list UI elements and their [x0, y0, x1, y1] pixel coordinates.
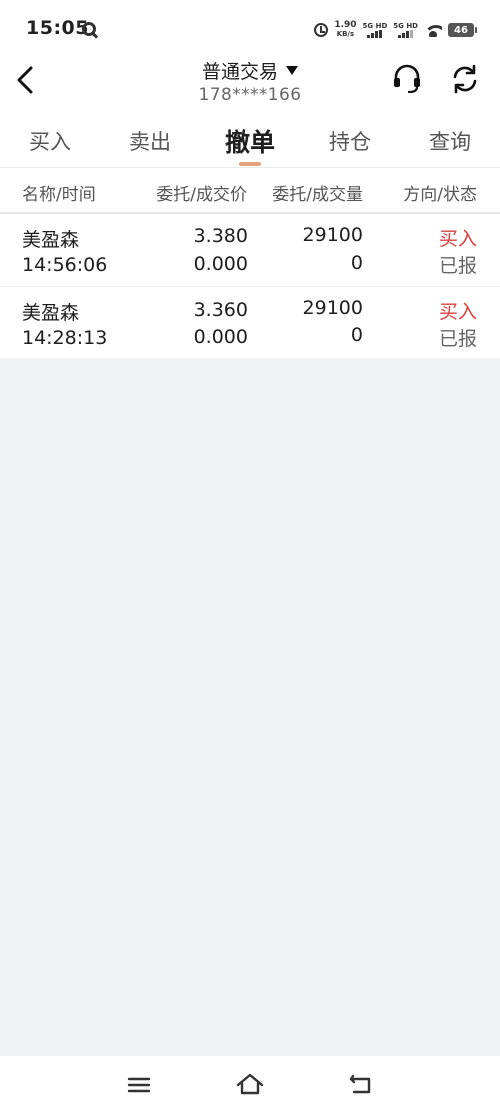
signal-sim1-icon: 5G HD: [362, 22, 388, 38]
tab-query[interactable]: 查询: [400, 112, 500, 168]
tab-cancel-order[interactable]: 撤单: [200, 112, 300, 168]
col-direction-status: 方向/状态: [403, 185, 477, 205]
refresh-button[interactable]: [448, 62, 482, 96]
sim1-label: 5G HD: [362, 22, 388, 30]
status-indicators: 1.90 KB/s 5G HD 5G HD 46: [314, 20, 477, 40]
back-nav-icon: [349, 1074, 371, 1094]
wifi-icon: [424, 23, 442, 37]
tab-positions[interactable]: 持仓: [300, 112, 400, 168]
col-qty: 委托/成交量: [272, 185, 363, 205]
tab-query-label: 查询: [429, 130, 471, 154]
deal-qty: 0: [350, 252, 363, 274]
stock-name: 美盈森: [22, 229, 80, 251]
battery-level: 46: [454, 24, 468, 36]
chevron-left-icon: [17, 66, 33, 94]
tab-sell[interactable]: 卖出: [100, 112, 200, 168]
page-title: 普通交易: [201, 61, 278, 83]
sim2-label: 5G HD: [393, 22, 418, 30]
deal-price: 0.000: [193, 326, 248, 348]
signal-sim2-icon: 5G HD: [393, 22, 418, 38]
refresh-icon: [453, 64, 477, 94]
deal-qty: 0: [350, 324, 363, 346]
order-price: 3.380: [193, 225, 248, 247]
tab-cancel-order-label: 撤单: [224, 128, 275, 157]
tab-sell-label: 卖出: [129, 130, 171, 154]
customer-service-button[interactable]: [390, 62, 424, 96]
order-time: 14:56:06: [22, 254, 108, 276]
table-row[interactable]: 美盈森 14:28:13 3.360 0.000 29100 0 买入 已报: [0, 287, 500, 359]
trade-tabs: 买入 卖出 撤单 持仓 查询: [0, 112, 500, 168]
tab-buy[interactable]: 买入: [0, 112, 100, 168]
order-direction: 买入: [438, 301, 477, 323]
system-nav-bar: [0, 1056, 500, 1115]
main-panel: 15:05 1.90 KB/s 5G HD 5G HD 46 普通交易 178*…: [0, 0, 500, 358]
order-price: 3.360: [193, 299, 248, 321]
tab-positions-label: 持仓: [329, 130, 371, 154]
order-status: 已报: [438, 328, 477, 350]
back-button[interactable]: [12, 62, 42, 98]
deal-price: 0.000: [193, 253, 248, 275]
active-tab-indicator: [239, 162, 261, 166]
net-speed-unit: KB/s: [336, 30, 355, 38]
menu-icon: [127, 1077, 151, 1093]
net-speed: 1.90 KB/s: [334, 21, 356, 39]
status-time: 15:05: [26, 17, 89, 39]
home-button[interactable]: [234, 1070, 266, 1100]
stock-name: 美盈森: [22, 302, 80, 324]
caret-down-icon: [286, 66, 298, 75]
table-row[interactable]: 美盈森 14:56:06 3.380 0.000 29100 0 买入 已报: [0, 214, 500, 286]
home-icon: [236, 1073, 264, 1095]
order-qty: 29100: [302, 297, 363, 319]
col-price: 委托/成交价: [156, 185, 247, 205]
net-speed-value: 1.90: [334, 20, 357, 30]
account-number: 178****166: [198, 85, 302, 105]
col-name-time: 名称/时间: [22, 185, 96, 205]
alarm-icon: [314, 23, 329, 37]
order-time: 14:28:13: [22, 327, 108, 349]
order-qty: 29100: [302, 224, 363, 246]
tab-buy-label: 买入: [29, 130, 71, 154]
q-app-icon: [82, 22, 96, 36]
back-nav-button[interactable]: [345, 1070, 377, 1100]
headset-icon: [394, 64, 420, 94]
account-type-selector[interactable]: 普通交易 178****166: [150, 57, 350, 105]
table-header: 名称/时间 委托/成交价 委托/成交量 方向/状态: [0, 168, 500, 212]
order-direction: 买入: [438, 228, 477, 250]
battery-icon: 46: [448, 23, 477, 37]
status-bar: 15:05 1.90 KB/s 5G HD 5G HD 46: [0, 0, 500, 56]
menu-button[interactable]: [123, 1070, 155, 1100]
order-status: 已报: [438, 255, 477, 277]
